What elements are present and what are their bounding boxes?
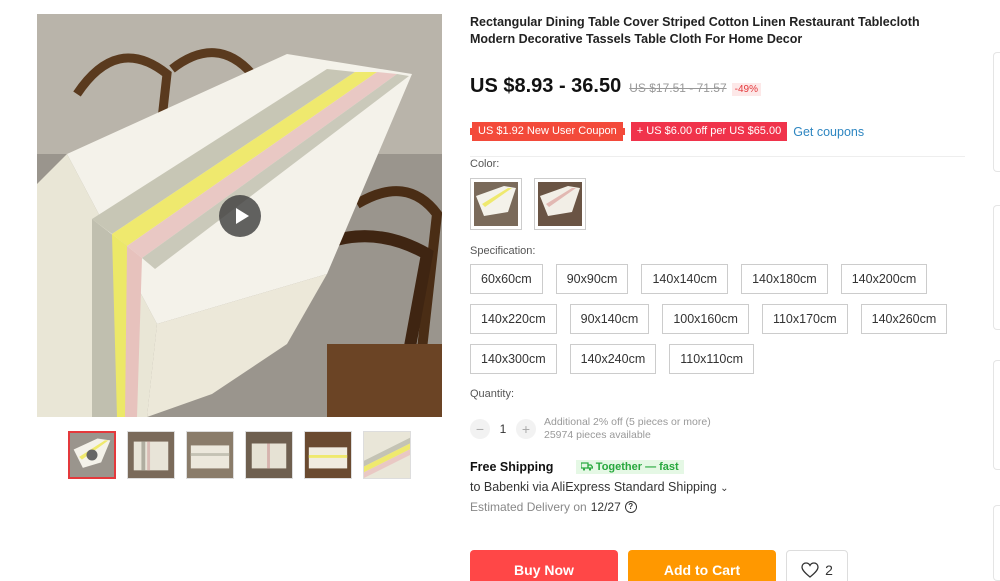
color-label: Color:: [470, 158, 500, 170]
thumbnail-image: [187, 432, 233, 478]
thumbnail-image: [364, 432, 410, 478]
spec-option[interactable]: 90x140cm: [569, 304, 650, 334]
specification-options: 60x60cm 90x90cm 140x140cm 140x180cm 140x…: [470, 264, 970, 384]
spec-option[interactable]: 140x180cm: [741, 264, 828, 294]
chevron-down-icon: ⌄: [720, 483, 729, 494]
play-icon: [235, 208, 249, 224]
new-user-coupon[interactable]: US $1.92 New User Coupon: [470, 122, 625, 141]
quantity-increase-button[interactable]: +: [516, 419, 536, 439]
spec-row: 140x300cm 140x240cm 110x110cm: [470, 344, 970, 374]
bulk-discount-text: Additional 2% off (5 pieces or more): [544, 416, 711, 428]
thumbnail-image: [128, 432, 174, 478]
original-price: US $17.51 - 71.57: [629, 81, 727, 95]
get-coupons-link[interactable]: Get coupons: [793, 125, 864, 139]
thumbnail-strip: [68, 431, 411, 479]
action-buttons: Buy Now Add to Cart 2: [470, 550, 848, 581]
spec-option[interactable]: 140x220cm: [470, 304, 557, 334]
spec-option[interactable]: 140x240cm: [569, 344, 657, 374]
spec-option[interactable]: 140x200cm: [840, 264, 928, 294]
color-swatches: [470, 178, 586, 230]
product-title: Rectangular Dining Table Cover Striped C…: [470, 15, 920, 46]
side-panel-edge: [993, 205, 1000, 330]
shipping-method-text: to Babenki via AliExpress Standard Shipp…: [470, 480, 717, 494]
thumbnail-6[interactable]: [363, 431, 411, 479]
spec-option[interactable]: 100x160cm: [662, 304, 749, 334]
stock-text: 25974 pieces available: [544, 429, 651, 441]
side-panel-edge: [993, 52, 1000, 172]
color-swatch-2[interactable]: [534, 178, 586, 230]
product-info-panel: Rectangular Dining Table Cover Striped C…: [470, 14, 970, 581]
heart-icon: [801, 562, 819, 578]
side-panel-edge: [993, 360, 1000, 470]
side-panel-edge: [993, 505, 1000, 581]
thumbnail-image: [70, 433, 114, 477]
wishlist-count: 2: [825, 562, 833, 578]
quantity-label: Quantity:: [470, 388, 515, 400]
spec-option[interactable]: 90x90cm: [555, 264, 629, 294]
together-badge: Together — fast: [575, 459, 684, 474]
delivery-prefix: Estimated Delivery on: [470, 500, 587, 514]
together-badge-text: Together — fast: [595, 460, 679, 473]
color-swatch-1[interactable]: [470, 178, 522, 230]
buy-now-button[interactable]: Buy Now: [470, 550, 618, 581]
main-product-image[interactable]: [37, 14, 442, 417]
truck-icon: [580, 462, 593, 471]
spec-option[interactable]: 140x300cm: [470, 344, 557, 374]
swatch-image: [538, 182, 582, 226]
thumbnail-4[interactable]: [245, 431, 293, 479]
coupon-row: US $1.92 New User Coupon + US $6.00 off …: [470, 122, 864, 141]
specification-label: Specification:: [470, 245, 536, 257]
estimated-delivery: Estimated Delivery on 12/27 ?: [470, 500, 729, 514]
spec-option[interactable]: 60x60cm: [470, 264, 543, 294]
spec-row: 60x60cm 90x90cm 140x140cm 140x180cm 140x…: [470, 264, 970, 294]
current-price: US $8.93 - 36.50: [470, 75, 622, 97]
thumbnail-5[interactable]: [304, 431, 352, 479]
shipping-section: Free Shipping Together — fast to Babenki…: [470, 458, 729, 514]
free-shipping-title: Free Shipping: [470, 460, 554, 474]
store-coupon[interactable]: + US $6.00 off per US $65.00: [630, 122, 788, 141]
spec-row: 140x220cm 90x140cm 100x160cm 110x170cm 1…: [470, 304, 970, 334]
price-row: US $8.93 - 36.50 US $17.51 - 71.57 -49%: [470, 75, 761, 98]
quantity-input[interactable]: 1: [490, 422, 516, 436]
thumbnail-3[interactable]: [186, 431, 234, 479]
discount-badge: -49%: [731, 83, 761, 96]
thumbnail-2[interactable]: [127, 431, 175, 479]
play-video-button[interactable]: [219, 195, 261, 237]
thumbnail-1[interactable]: [68, 431, 116, 479]
spec-option[interactable]: 140x140cm: [641, 264, 729, 294]
thumbnail-image: [305, 432, 351, 478]
quantity-decrease-button[interactable]: −: [470, 419, 490, 439]
shipping-method[interactable]: to Babenki via AliExpress Standard Shipp…: [470, 480, 729, 494]
swatch-image: [474, 182, 518, 226]
question-icon[interactable]: ?: [624, 501, 637, 513]
quantity-note: Additional 2% off (5 pieces or more) 259…: [544, 416, 711, 442]
wishlist-button[interactable]: 2: [786, 550, 848, 581]
delivery-date: 12/27: [590, 500, 621, 514]
spec-option[interactable]: 110x170cm: [761, 304, 848, 334]
spec-option[interactable]: 110x110cm: [669, 344, 755, 374]
divider: [470, 156, 965, 157]
add-to-cart-button[interactable]: Add to Cart: [628, 550, 776, 581]
thumbnail-image: [246, 432, 292, 478]
spec-option[interactable]: 140x260cm: [860, 304, 948, 334]
quantity-stepper: − 1 + Additional 2% off (5 pieces or mor…: [470, 416, 711, 442]
